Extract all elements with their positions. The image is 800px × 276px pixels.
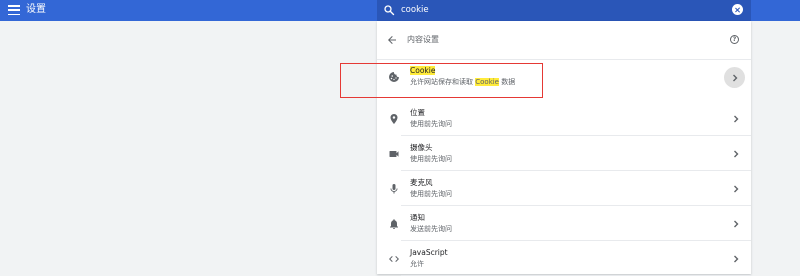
card-header: 内容设置 ? — [377, 21, 751, 60]
top-app-bar: 设置 — [0, 0, 800, 21]
code-icon — [389, 256, 399, 262]
cookie-row[interactable]: Cookie 允许网站保存和读取 Cookie 数据 — [377, 59, 751, 94]
arrow-back-icon[interactable] — [386, 34, 398, 46]
location-pin-icon — [390, 114, 398, 124]
menu-icon[interactable] — [8, 4, 20, 16]
cookie-row-label: Cookie — [410, 66, 436, 75]
notifications-row-label: 通知 — [410, 213, 425, 222]
cookie-row-description: 允许网站保存和读取 Cookie 数据 — [410, 78, 516, 86]
page-title: 设置 — [26, 4, 46, 15]
search-icon — [384, 5, 395, 16]
chevron-right-icon — [734, 150, 739, 158]
cookie-icon — [389, 72, 399, 82]
content-settings-card: 内容设置 ? Cookie 允许网站保存和读取 Cookie 数据 位置 使用前… — [377, 21, 751, 276]
notifications-row[interactable]: 通知 发送前先询问 — [377, 206, 751, 241]
chevron-right-icon — [734, 185, 739, 193]
bell-icon — [390, 219, 398, 229]
location-row-label: 位置 — [410, 108, 425, 117]
location-row[interactable]: 位置 使用前先询问 — [377, 101, 751, 136]
camera-row-description: 使用前先询问 — [410, 155, 452, 163]
notifications-row-description: 发送前先询问 — [410, 225, 452, 233]
javascript-row-label: JavaScript — [410, 248, 448, 257]
chevron-right-icon — [734, 115, 739, 123]
cookie-row-arrow-button[interactable] — [724, 67, 745, 88]
chevron-right-icon — [734, 255, 739, 263]
microphone-row-description: 使用前先询问 — [410, 190, 452, 198]
microphone-icon — [390, 184, 398, 194]
microphone-row[interactable]: 麦克风 使用前先询问 — [377, 171, 751, 206]
clear-icon[interactable] — [732, 4, 743, 15]
search-input[interactable] — [401, 3, 701, 17]
microphone-row-label: 麦克风 — [410, 178, 433, 187]
location-row-description: 使用前先询问 — [410, 120, 452, 128]
camera-row[interactable]: 摄像头 使用前先询问 — [377, 136, 751, 171]
camera-row-label: 摄像头 — [410, 143, 433, 152]
header-title: 内容设置 — [407, 35, 439, 44]
chevron-right-icon — [734, 220, 739, 228]
chevron-right-icon — [733, 74, 738, 82]
javascript-row[interactable]: JavaScript 允许 — [377, 241, 751, 276]
camera-icon — [389, 151, 399, 157]
search-box[interactable] — [377, 0, 751, 21]
help-icon[interactable]: ? — [730, 35, 739, 44]
javascript-row-description: 允许 — [410, 260, 424, 268]
